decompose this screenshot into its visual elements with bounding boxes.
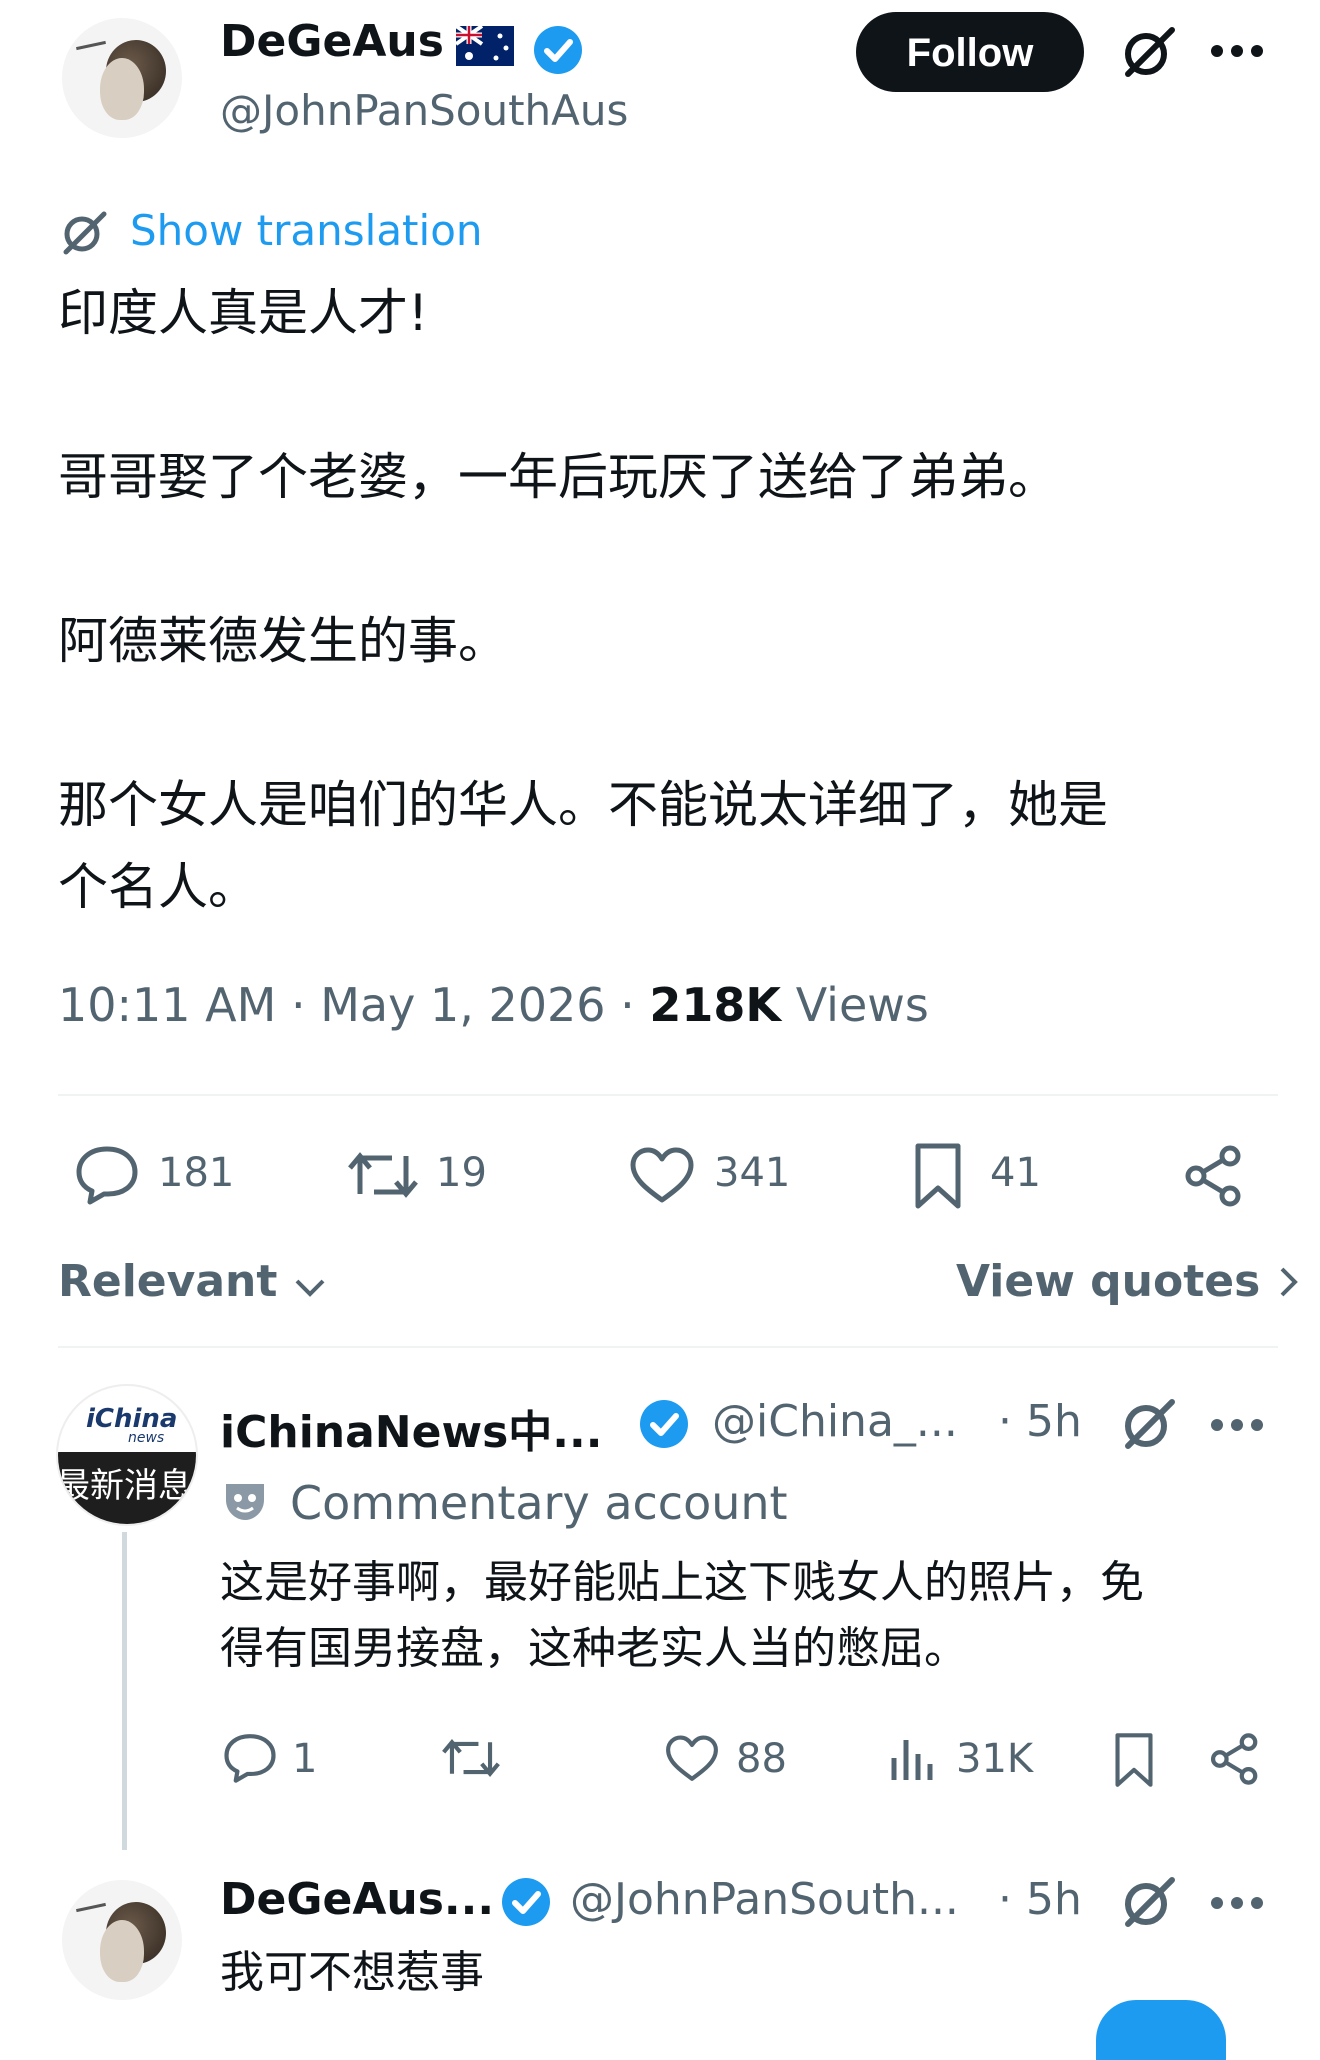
more-options-icon[interactable] (1210, 1418, 1264, 1432)
share-icon[interactable] (1182, 1144, 1246, 1208)
sort-dropdown[interactable]: Relevant (58, 1256, 327, 1310)
reply-avatar[interactable] (62, 1880, 182, 2000)
view-quotes-link[interactable]: View quotes (956, 1256, 1300, 1310)
more-options-icon[interactable] (1210, 44, 1264, 58)
author-handle[interactable]: @JohnPanSouthAus (220, 86, 628, 135)
chevron-right-icon (1276, 1259, 1300, 1310)
reply-author-name[interactable]: iChinaNews中... (220, 1407, 602, 1458)
post-date[interactable]: May 1, 2026 (320, 978, 605, 1032)
divider (58, 1094, 1278, 1096)
like-count: 88 (736, 1736, 787, 1782)
reply-time[interactable]: · 5h (998, 1396, 1082, 1447)
views-label: Views (795, 978, 929, 1032)
grok-icon[interactable] (1118, 1394, 1178, 1454)
post-text: 印度人真是人才! 哥哥娶了个老婆，一年后玩厌了送给了弟弟。 阿德莱德发生的事。 … (58, 284, 1108, 916)
share-icon[interactable] (1208, 1732, 1262, 1786)
reply-count: 181 (158, 1150, 235, 1196)
author-name[interactable]: DeGeAus (220, 16, 444, 67)
like-count: 341 (714, 1150, 791, 1196)
reply-author-handle[interactable]: @iChina_... (712, 1396, 958, 1447)
reply-header: iChinaNews中... (220, 1396, 602, 1460)
views-count: 218K (649, 978, 782, 1032)
verified-badge-icon (638, 1398, 690, 1454)
chevron-down-icon (293, 1259, 327, 1310)
repost-icon[interactable] (346, 1146, 420, 1204)
repost-count: 19 (436, 1150, 487, 1196)
post-time[interactable]: 10:11 AM (58, 978, 276, 1032)
sort-label: Relevant (58, 1256, 278, 1307)
reply-time[interactable]: · 5h (998, 1874, 1082, 1925)
verified-badge-icon (532, 24, 584, 80)
commentary-account-label: Commentary account (290, 1476, 788, 1530)
views-count: 31K (956, 1736, 1034, 1782)
bookmark-count: 41 (990, 1150, 1041, 1196)
ichina-banner-text: 最新消息 (56, 1466, 192, 1506)
show-translation-link[interactable]: Show translation (130, 206, 483, 255)
thread-line (122, 1532, 127, 1850)
reply-count: 1 (292, 1736, 318, 1782)
verified-badge-icon (500, 1876, 552, 1932)
view-quotes-label: View quotes (956, 1256, 1261, 1307)
post-meta: 10:11 AM · May 1, 2026 · 218K Views (58, 978, 929, 1032)
reply-avatar[interactable]: iChina news 最新消息 (56, 1384, 198, 1526)
reply-author-handle[interactable]: @JohnPanSouth... (570, 1874, 959, 1925)
translate-icon[interactable] (58, 206, 110, 258)
divider (58, 1346, 1278, 1348)
reply-text: 我可不想惹事 (220, 1947, 484, 1998)
australia-flag-icon (454, 24, 514, 66)
reply-icon[interactable] (74, 1144, 140, 1206)
repost-icon[interactable] (440, 1734, 502, 1782)
grok-icon[interactable] (1118, 22, 1178, 82)
reply-text: 这是好事啊，最好能贴上这下贱女人的照片，免 得有国男接盘，这种老实人当的憋屈。 (220, 1557, 1144, 1674)
ichina-logo-subtext: news (128, 1430, 165, 1446)
follow-button[interactable]: Follow (856, 12, 1084, 92)
more-options-icon[interactable] (1210, 1896, 1264, 1910)
author-avatar[interactable] (62, 18, 182, 138)
views-icon[interactable] (888, 1734, 936, 1784)
grok-icon[interactable] (1118, 1872, 1178, 1932)
like-icon[interactable] (628, 1146, 696, 1206)
reply-icon[interactable] (222, 1732, 278, 1784)
mask-icon (222, 1478, 268, 1524)
like-icon[interactable] (664, 1734, 720, 1784)
bookmark-icon[interactable] (912, 1142, 964, 1210)
compose-button[interactable] (1096, 2000, 1226, 2060)
bookmark-icon[interactable] (1112, 1732, 1156, 1788)
reply-author-name[interactable]: DeGeAus... (220, 1874, 494, 1925)
